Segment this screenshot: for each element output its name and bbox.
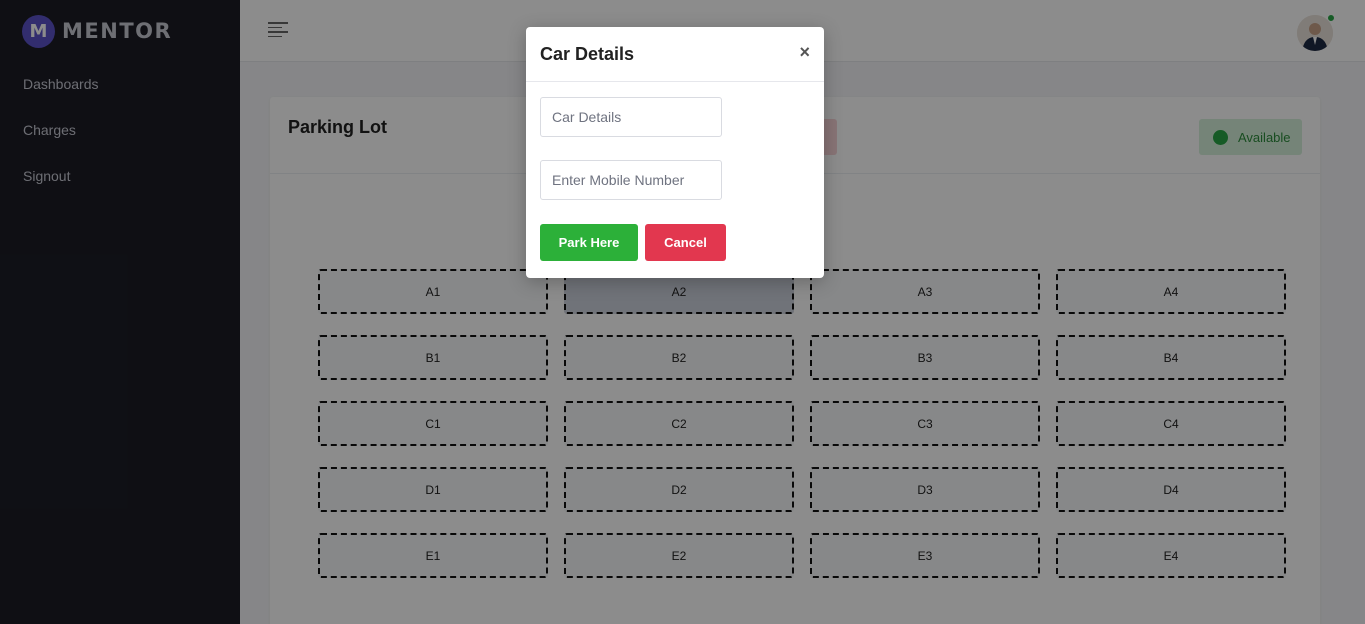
mobile-number-input[interactable]: [540, 160, 722, 200]
cancel-button[interactable]: Cancel: [645, 224, 726, 261]
modal-header: Car Details ×: [526, 27, 824, 82]
park-here-button[interactable]: Park Here: [540, 224, 638, 261]
car-details-modal: Car Details × Park Here Cancel: [526, 27, 824, 278]
close-icon[interactable]: ×: [799, 42, 810, 63]
modal-title: Car Details: [540, 44, 635, 64]
car-details-input[interactable]: [540, 97, 722, 137]
